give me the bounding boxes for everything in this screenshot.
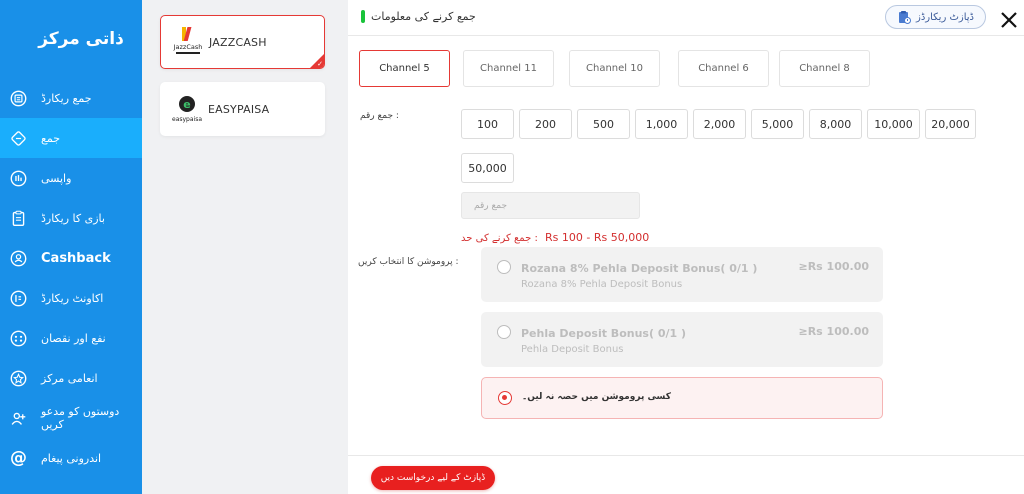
radio-button-selected[interactable] — [498, 391, 512, 405]
jazzcash-logo: JazzCash — [171, 25, 205, 59]
sidebar-item-label: واپسی — [41, 171, 72, 185]
payment-card-jazzcash[interactable]: JazzCash JAZZCASH ✓ — [160, 15, 325, 69]
check-icon: ✓ — [317, 60, 323, 68]
amount-preset[interactable]: 10,000 — [867, 109, 920, 139]
deposit-panel: جمع کرنے کی معلومات ڈپازٹ ریکارڈز Channe… — [348, 0, 1024, 494]
channel-tab-8[interactable]: Channel 8 — [779, 50, 870, 87]
amount-preset[interactable]: 8,000 — [809, 109, 862, 139]
jazzcash-logo-text: JazzCash — [173, 43, 203, 51]
submit-deposit-button[interactable]: ڈپازٹ کے لیے درخواست دیں — [371, 466, 495, 490]
amount-preset[interactable]: 100 — [461, 109, 514, 139]
promotion-option[interactable]: Pehla Deposit Bonus( 0/1 ) Pehla Deposit… — [481, 312, 883, 367]
account-record-icon — [10, 290, 27, 307]
promotion-subtitle: Pehla Deposit Bonus — [521, 344, 624, 355]
promotion-title: Pehla Deposit Bonus( 0/1 ) — [521, 327, 686, 340]
channel-tab-5[interactable]: Channel 5 — [359, 50, 450, 87]
panel-footer: ڈپازٹ کے لیے درخواست دیں — [348, 455, 1024, 494]
promotion-subtitle: Rozana 8% Pehla Deposit Bonus — [521, 279, 683, 290]
promotion-option-none[interactable]: کسی پروموشن میں حصہ نہ لیں۔ — [481, 377, 883, 419]
payment-card-easypaisa[interactable]: e easypaisa EASYPAISA — [160, 82, 325, 136]
amount-preset[interactable]: 200 — [519, 109, 572, 139]
range-value: Rs 100 - Rs 50,000 — [545, 231, 650, 244]
sidebar-item-cashback[interactable]: Cashback — [0, 238, 142, 278]
promotion-min-amount: ≥Rs 100.00 — [798, 260, 869, 273]
sidebar-item-profit-loss[interactable]: نفع اور نقصان — [0, 318, 142, 358]
sidebar-item-label: جمع ریکارڈ — [41, 91, 92, 105]
sidebar-item-deposit[interactable]: جمع — [0, 118, 142, 158]
sidebar: ذاتی مرکز جمع ریکارڈ جمع واپسی بازی کا ر… — [0, 0, 142, 494]
promotion-min-amount: ≥Rs 100.00 — [798, 325, 869, 338]
sidebar-item-label: اکاونٹ ریکارڈ — [41, 291, 104, 305]
channel-tab-11[interactable]: Channel 11 — [463, 50, 554, 87]
amount-preset[interactable]: 500 — [577, 109, 630, 139]
panel-header: جمع کرنے کی معلومات ڈپازٹ ریکارڈز — [348, 0, 1024, 36]
radio-button[interactable] — [497, 260, 511, 274]
promotion-title: Rozana 8% Pehla Deposit Bonus( 0/1 ) — [521, 262, 758, 275]
amount-preset[interactable]: 1,000 — [635, 109, 688, 139]
sidebar-title: ذاتی مرکز — [38, 29, 124, 49]
sidebar-item-label: نفع اور نقصان — [41, 331, 106, 345]
game-record-icon — [10, 210, 27, 227]
svg-text:e: e — [183, 98, 190, 111]
amount-preset[interactable]: 50,000 — [461, 153, 514, 183]
rewards-icon — [10, 370, 27, 387]
sidebar-item-label: انعامی مرکز — [41, 371, 98, 385]
promotion-option[interactable]: Rozana 8% Pehla Deposit Bonus( 0/1 ) Roz… — [481, 247, 883, 302]
record-icon — [10, 90, 27, 107]
amount-input[interactable] — [461, 192, 640, 219]
close-icon[interactable] — [998, 9, 1020, 31]
cashback-icon — [10, 250, 27, 267]
sidebar-item-label: جمع — [41, 131, 61, 145]
radio-button[interactable] — [497, 325, 511, 339]
invite-friends-icon — [10, 410, 27, 427]
withdraw-icon — [10, 170, 27, 187]
amount-preset[interactable]: 20,000 — [925, 109, 976, 139]
amount-preset[interactable]: 5,000 — [751, 109, 804, 139]
deposit-icon — [10, 130, 27, 147]
sidebar-item-rewards[interactable]: انعامی مرکز — [0, 358, 142, 398]
sidebar-item-invite-friends[interactable]: دوستوں کو مدعو کریں — [0, 398, 142, 438]
sidebar-item-label: دوستوں کو مدعو کریں — [41, 405, 120, 431]
payment-method-list: JazzCash JAZZCASH ✓ e easypaisa EASYPAIS… — [142, 0, 348, 494]
easypaisa-logo-text: easypaisa — [172, 116, 202, 123]
channel-tab-6[interactable]: Channel 6 — [678, 50, 769, 87]
deposit-records-button[interactable]: ڈپازٹ ریکارڈز — [885, 5, 986, 29]
deposit-range: جمع کرنے کی حد : Rs 100 - Rs 50,000 — [461, 231, 649, 244]
sidebar-item-messages[interactable]: @ اندرونی پیغام — [0, 438, 142, 478]
sidebar-item-label: بازی کا ریکارڈ — [41, 211, 105, 225]
sidebar-item-game-records[interactable]: بازی کا ریکارڈ — [0, 198, 142, 238]
profit-loss-icon — [10, 330, 27, 347]
panel-title: جمع کرنے کی معلومات — [371, 10, 476, 23]
sidebar-item-deposit-records[interactable]: جمع ریکارڈ — [0, 78, 142, 118]
payment-name: JAZZCASH — [209, 35, 267, 49]
deposit-records-label: ڈپازٹ ریکارڈز — [916, 11, 974, 23]
channel-tab-10[interactable]: Channel 10 — [569, 50, 660, 87]
range-label: جمع کرنے کی حد : — [461, 233, 538, 244]
sidebar-item-account-records[interactable]: اکاونٹ ریکارڈ — [0, 278, 142, 318]
message-icon: @ — [10, 448, 27, 468]
clipboard-icon — [899, 11, 911, 24]
sidebar-item-label: اندرونی پیغام — [41, 451, 102, 465]
amount-label: جمع رقم : — [360, 111, 399, 121]
sidebar-item-label: Cashback — [41, 250, 111, 266]
header-accent-bar — [361, 10, 365, 23]
promotion-label: پروموشن کا انتخاب کریں : — [358, 257, 459, 267]
sidebar-item-withdraw[interactable]: واپسی — [0, 158, 142, 198]
payment-name: EASYPAISA — [208, 102, 270, 116]
amount-preset[interactable]: 2,000 — [693, 109, 746, 139]
no-promotion-label: کسی پروموشن میں حصہ نہ لیں۔ — [522, 392, 671, 402]
easypaisa-logo: e easypaisa — [170, 92, 204, 126]
